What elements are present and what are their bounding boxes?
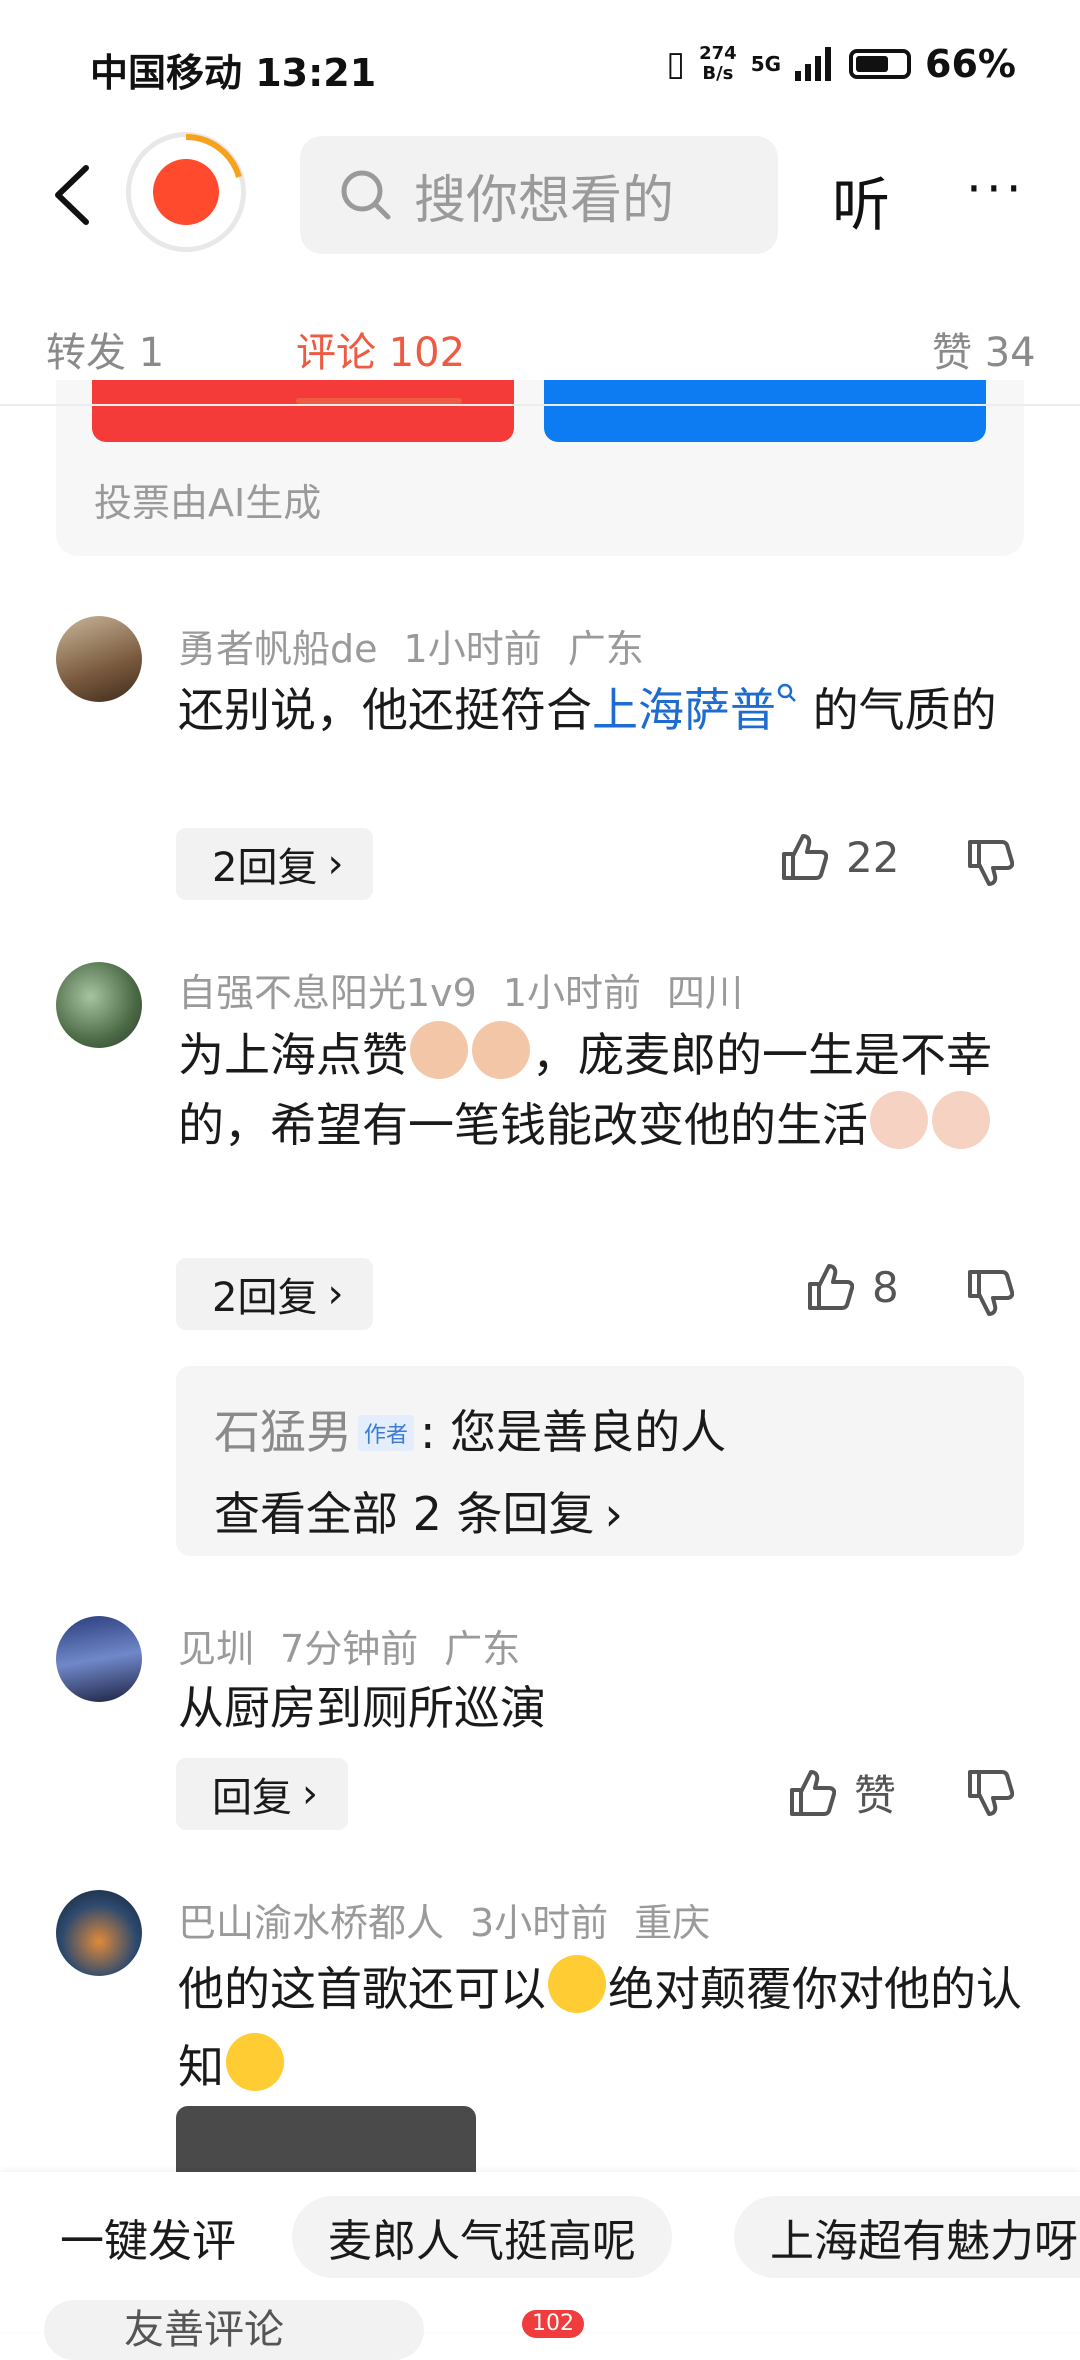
vote-option-red[interactable]	[92, 380, 514, 442]
sub-reply: 石猛男 作者: 您是善良的人	[214, 1396, 726, 1462]
comment-user[interactable]: 自强不息阳光1v9	[178, 971, 477, 1015]
topic-link[interactable]: 上海萨普	[592, 683, 798, 737]
thumbs-down-icon[interactable]	[966, 1768, 1014, 1818]
search-placeholder: 搜你想看的	[414, 170, 675, 231]
comment-text: 为上海点赞 ，庞麦郎的一生是不幸的，希望有一笔钱能改变他的生活	[178, 1020, 1028, 1160]
vibrate-icon: ▯	[666, 44, 686, 84]
thumbs-up-icon	[808, 1264, 854, 1310]
like-button[interactable]: 赞	[788, 1762, 896, 1823]
avatar[interactable]	[56, 1616, 142, 1702]
thumbs-up-emoji-icon	[410, 1021, 468, 1079]
vote-option-blue[interactable]	[544, 380, 986, 442]
comment-location: 广东	[567, 627, 644, 671]
pray-emoji-icon	[932, 1091, 990, 1149]
comment-user[interactable]: 勇者帆船de	[178, 627, 378, 671]
author-tag: 作者	[358, 1415, 415, 1451]
avatar[interactable]	[56, 1890, 142, 1976]
reply-button[interactable]: 回复 ›	[176, 1758, 348, 1830]
thumbs-up-icon	[782, 834, 828, 880]
quick-comment-label[interactable]: 一键发评	[60, 2196, 236, 2278]
comment-count-badge: 102	[522, 2310, 584, 2338]
search-small-icon	[777, 683, 796, 702]
comment-time: 1小时前	[403, 627, 542, 671]
comment-text: 从厨房到厕所巡演	[178, 1681, 546, 1735]
quick-reply-chip[interactable]: 上海超有魅力呀	[734, 2196, 1080, 2278]
comment-meta: 见圳 7分钟前 广东	[178, 1618, 546, 1673]
back-icon[interactable]	[48, 160, 98, 230]
thinking-emoji-icon	[226, 2033, 284, 2091]
comment-meta: 巴山渝水桥都人 3小时前 重庆	[178, 1892, 736, 1947]
tab-likes[interactable]: 赞 34	[932, 320, 1036, 378]
compose-input[interactable]: 友善评论	[44, 2300, 424, 2360]
red-packet-icon	[153, 159, 219, 225]
thumbs-up-icon	[790, 1769, 836, 1816]
status-bar: 中国移动 13:21 ▯ 274 B/s 5G 66%	[0, 0, 1080, 130]
more-button[interactable]: ···	[966, 160, 1026, 218]
red-packet-button[interactable]	[126, 132, 246, 252]
comment-location: 重庆	[634, 1901, 711, 1945]
like-count: 22	[846, 832, 900, 882]
comment-time: 7分钟前	[280, 1627, 419, 1671]
vote-note: 投票由AI生成	[94, 481, 322, 525]
thumbs-down-icon[interactable]	[966, 1268, 1014, 1318]
like-button[interactable]: 8	[806, 1262, 899, 1312]
carrier-time: 中国移动 13:21	[90, 51, 377, 95]
reply-button[interactable]: 2回复 ›	[176, 1258, 374, 1330]
reply-button[interactable]: 2回复 ›	[176, 828, 374, 900]
avatar[interactable]	[56, 962, 142, 1048]
quick-reply-chip[interactable]: 麦郎人气挺高呢	[292, 2196, 672, 2278]
comment-time: 3小时前	[470, 1901, 609, 1945]
thumbs-down-icon[interactable]	[966, 838, 1014, 888]
comment-meta: 自强不息阳光1v9 1小时前 四川	[178, 962, 769, 1017]
search-icon	[341, 170, 391, 220]
comment-text: 他的这首歌还可以 绝对颠覆你对他的认知	[178, 1950, 1028, 2106]
sub-reply-box[interactable]: 石猛男 作者: 您是善良的人 查看全部 2 条回复 ›	[176, 1366, 1024, 1556]
pray-emoji-icon	[870, 1091, 928, 1149]
comment-location: 广东	[444, 1627, 521, 1671]
comment-user[interactable]: 见圳	[178, 1627, 254, 1671]
like-count: 赞	[854, 1771, 897, 1820]
like-button[interactable]: 22	[780, 832, 899, 882]
view-all-replies[interactable]: 查看全部 2 条回复 ›	[214, 1478, 623, 1544]
search-input[interactable]: 搜你想看的	[300, 136, 778, 254]
signal-label: 5G	[750, 52, 782, 76]
battery-icon	[849, 49, 912, 79]
status-right: ▯ 274 B/s 5G 66%	[666, 42, 1016, 86]
comment-text: 还别说，他还挺符合上海萨普 的气质的	[178, 683, 997, 737]
comment-time: 1小时前	[502, 971, 642, 1015]
tab-divider	[0, 404, 1080, 406]
comment-user[interactable]: 巴山渝水桥都人	[178, 1901, 444, 1945]
battery-percent: 66%	[925, 42, 1016, 86]
comment-image[interactable]	[176, 2106, 476, 2176]
signal-icon	[795, 47, 832, 81]
tab-comments[interactable]: 评论 102	[296, 320, 465, 378]
thumbs-up-emoji-icon	[472, 1021, 530, 1079]
like-count: 8	[872, 1262, 899, 1312]
listen-button[interactable]: 听	[832, 158, 890, 242]
net-speed: 274 B/s	[699, 43, 737, 84]
crying-laugh-emoji-icon	[548, 1955, 606, 2013]
sub-reply-text: : 您是善良的人	[420, 1405, 727, 1459]
tab-repost[interactable]: 转发 1	[46, 320, 164, 378]
sub-reply-author[interactable]: 石猛男	[214, 1405, 352, 1459]
avatar[interactable]	[56, 616, 142, 702]
comment-meta: 勇者帆船de 1小时前 广东	[178, 618, 670, 673]
comment-location: 四川	[667, 971, 744, 1015]
